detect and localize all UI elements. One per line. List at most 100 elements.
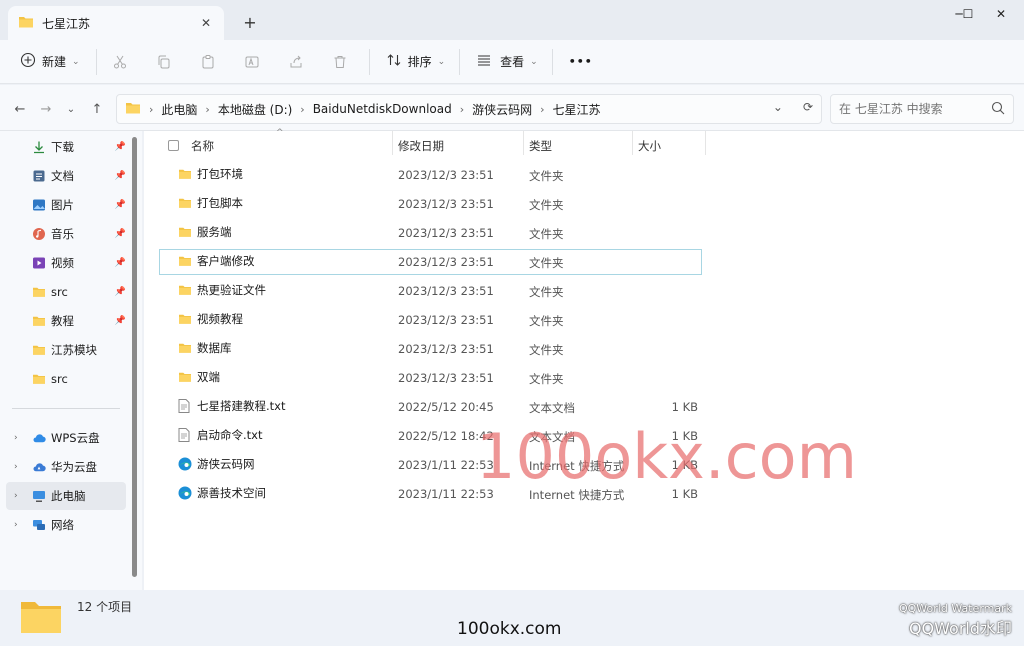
refresh-icon[interactable]: ⟳ [803,100,813,114]
qq-watermark-small: QQWorld Watermark [898,602,1012,615]
scrollbar-thumb[interactable] [132,137,137,577]
sidebar-item-wps-cloud[interactable]: › WPS云盘 [6,424,126,452]
close-window-button[interactable]: ✕ [978,0,1024,28]
column-size[interactable]: 大小 [638,138,661,154]
new-label: 新建 [42,55,67,69]
sidebar-item-jiangsu-module[interactable]: 江苏模块 [6,336,126,364]
chevron-right-icon[interactable]: › [14,491,18,501]
more-options-button[interactable]: ••• [561,46,601,78]
column-divider[interactable] [523,131,524,155]
folder-icon [32,285,46,299]
tab-current[interactable]: 七星江苏 ✕ [8,6,224,40]
table-row[interactable]: 服务端 2023/12/3 23:51 文件夹 [159,220,702,246]
pin-icon[interactable]: 📌 [115,316,126,326]
sidebar-item-pictures[interactable]: 图片 📌 [6,191,126,219]
pin-icon[interactable]: 📌 [115,171,126,181]
paste-icon[interactable] [193,46,223,78]
table-row[interactable]: 打包环境 2023/12/3 23:51 文件夹 [159,162,702,188]
file-name-cell[interactable]: 打包环境 [178,166,243,182]
view-button[interactable]: 查看 ⌄ [468,46,546,78]
sidebar-item-huawei-cloud[interactable]: › 华为云盘 [6,453,126,481]
chevron-right-icon[interactable]: › [14,433,18,443]
file-date: 2023/12/3 23:51 [398,168,494,182]
sidebar-item-documents[interactable]: 文档 📌 [6,162,126,190]
table-row[interactable]: 数据库 2023/12/3 23:51 文件夹 [159,336,702,362]
table-row[interactable]: 启动命令.txt 2022/5/12 18:42 文本文档 1 KB [159,423,702,449]
column-date[interactable]: 修改日期 [398,138,444,154]
download-icon [32,140,46,154]
sidebar-item-network[interactable]: › 网络 [6,511,126,539]
forward-arrow-icon[interactable]: → [36,99,56,119]
breadcrumb-youxia[interactable]: 游侠云码网 [472,101,532,118]
sidebar-item-label: 文档 [51,169,74,183]
file-name-cell[interactable]: 视频教程 [178,311,243,327]
column-divider[interactable] [392,131,393,155]
breadcrumb-this-pc[interactable]: 此电脑 [161,101,197,118]
breadcrumb-current[interactable]: 七星江苏 [553,101,601,118]
sort-label: 排序 [407,55,432,69]
table-row[interactable]: 七星搭建教程.txt 2022/5/12 20:45 文本文档 1 KB [159,394,702,420]
column-divider[interactable] [632,131,633,155]
file-date: 2023/12/3 23:51 [398,371,494,385]
table-row[interactable]: 双端 2023/12/3 23:51 文件夹 [159,365,702,391]
address-actions: ⌄ ⟳ [773,100,813,114]
file-name-cell[interactable]: 七星搭建教程.txt [178,398,285,414]
sidebar-item-music[interactable]: 音乐 📌 [6,220,126,248]
back-arrow-icon[interactable]: ← [10,99,30,119]
search-icon[interactable] [991,101,1005,118]
share-icon[interactable] [281,46,311,78]
chevron-right-icon[interactable]: › [14,462,18,472]
sort-button[interactable]: 排序 ⌄ [378,46,454,78]
sidebar-item-this-pc[interactable]: › 此电脑 [6,482,126,510]
file-name-cell[interactable]: 热更验证文件 [178,282,266,298]
pin-icon[interactable]: 📌 [115,229,126,239]
file-name-cell[interactable]: 服务端 [178,224,232,240]
recent-chevron-icon[interactable]: ⌄ [61,99,81,119]
column-name[interactable]: 名称 [191,138,214,154]
up-arrow-icon[interactable]: ↑ [87,99,107,119]
copy-icon[interactable] [149,46,179,78]
file-name-cell[interactable]: 启动命令.txt [178,427,262,443]
chevron-right-icon[interactable]: › [14,520,18,530]
chevron-right-icon: › [540,102,545,116]
file-name-cell[interactable]: 源善技术空间 [178,485,266,501]
table-row[interactable]: 打包脚本 2023/12/3 23:51 文件夹 [159,191,702,217]
new-tab-button[interactable]: + [240,12,260,32]
column-type[interactable]: 类型 [529,138,552,154]
sidebar-item-tutorials[interactable]: 教程 📌 [6,307,126,335]
file-name-cell[interactable]: 数据库 [178,340,232,356]
table-row[interactable]: 视频教程 2023/12/3 23:51 文件夹 [159,307,702,333]
cut-icon[interactable] [105,46,135,78]
column-divider[interactable] [705,131,706,155]
breadcrumb-local-disk[interactable]: 本地磁盘 (D:) [218,101,292,118]
sidebar-item-src[interactable]: src 📌 [6,278,126,306]
sidebar-scrollbar[interactable] [131,131,139,590]
table-row[interactable]: 客户端修改 2023/12/3 23:51 文件夹 [159,249,702,275]
pin-icon[interactable]: 📌 [115,258,126,268]
search-box[interactable] [830,94,1014,124]
sidebar-item-src-2[interactable]: src [6,365,126,393]
breadcrumb-baidu-download[interactable]: BaiduNetdiskDownload [313,102,452,116]
table-row[interactable]: 热更验证文件 2023/12/3 23:51 文件夹 [159,278,702,304]
file-name-cell[interactable]: 打包脚本 [178,195,243,211]
sidebar-item-videos[interactable]: 视频 📌 [6,249,126,277]
rename-icon[interactable] [237,46,267,78]
history-dropdown-icon[interactable]: ⌄ [773,100,783,114]
pin-icon[interactable]: 📌 [115,287,126,297]
table-row[interactable]: 游侠云码网 2023/1/11 22:53 Internet 快捷方式 1 KB [159,452,702,478]
new-button[interactable]: 新建 ⌄ [12,46,88,78]
folder-icon [32,343,46,357]
file-name-cell[interactable]: 双端 [178,369,220,385]
delete-icon[interactable] [325,46,355,78]
pin-icon[interactable]: 📌 [115,200,126,210]
tab-close-icon[interactable]: ✕ [198,15,214,31]
address-bar[interactable]: › 此电脑 › 本地磁盘 (D:) › BaiduNetdiskDownload… [116,94,822,124]
search-input[interactable] [839,102,991,116]
file-name-cell[interactable]: 客户端修改 [178,253,255,269]
pin-icon[interactable]: 📌 [115,142,126,152]
sidebar-item-downloads[interactable]: 下载 📌 [6,133,126,161]
music-icon [32,227,46,241]
select-all-checkbox[interactable] [168,140,179,151]
file-name-cell[interactable]: 游侠云码网 [178,456,255,472]
table-row[interactable]: 源善技术空间 2023/1/11 22:53 Internet 快捷方式 1 KB [159,481,702,507]
